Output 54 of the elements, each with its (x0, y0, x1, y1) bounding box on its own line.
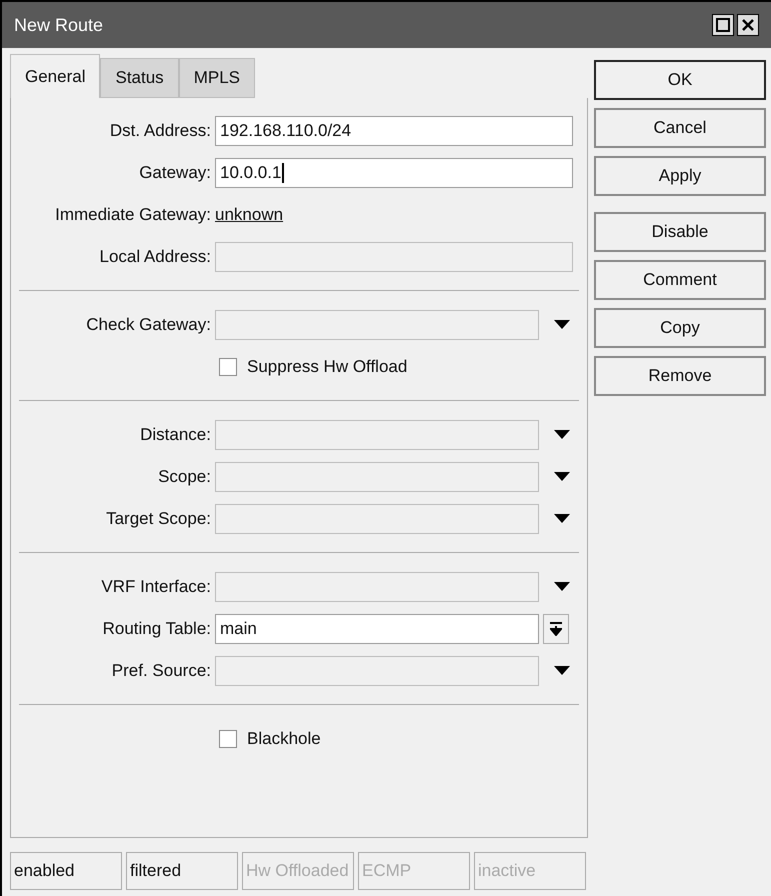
expand-down-icon (550, 622, 562, 636)
checkbox-label: Blackhole (247, 728, 321, 750)
dropdown-field[interactable] (215, 572, 539, 602)
input-field[interactable]: 192.168.110.0/24 (215, 116, 573, 146)
dropdown-field[interactable] (215, 656, 539, 686)
dialog-button[interactable]: Disable (594, 212, 766, 252)
field-label: Pref. Source: (112, 660, 211, 682)
dialog-button[interactable]: Apply (594, 156, 766, 196)
field-label: Target Scope: (106, 508, 211, 530)
checkbox[interactable] (219, 358, 237, 376)
tab[interactable]: General (10, 54, 100, 98)
dropdown-arrow-icon[interactable] (554, 320, 570, 330)
status-cell: filtered (126, 852, 238, 890)
field-label: Distance: (140, 424, 211, 446)
dropdown-arrow-icon[interactable] (554, 430, 570, 440)
dropdown-field[interactable] (215, 310, 539, 340)
close-button[interactable] (737, 14, 759, 36)
field-label: Scope: (158, 466, 211, 488)
field-label: Routing Table: (102, 618, 211, 640)
field-label: Dst. Address: (110, 120, 211, 142)
checkbox-label: Suppress Hw Offload (247, 356, 408, 378)
dialog-button[interactable]: Cancel (594, 108, 766, 148)
dialog-button[interactable]: Copy (594, 308, 766, 348)
field-label: Local Address: (99, 246, 211, 268)
status-cell: ECMP (358, 852, 470, 890)
field-label: Check Gateway: (86, 314, 211, 336)
window-title: New Route (14, 14, 104, 36)
field-label: Gateway: (139, 162, 211, 184)
readonly-field[interactable] (215, 242, 573, 272)
maximize-button[interactable] (712, 14, 734, 36)
input-field[interactable]: 10.0.0.1 (215, 158, 573, 188)
dropdown-arrow-icon[interactable] (554, 472, 570, 482)
dialog-button[interactable]: Remove (594, 356, 766, 396)
field-label: Immediate Gateway: (55, 204, 211, 226)
dropdown-field[interactable]: main (215, 614, 539, 644)
tab[interactable]: Status (100, 58, 179, 98)
dropdown-field[interactable] (215, 420, 539, 450)
gateway-link[interactable]: unknown (215, 202, 284, 228)
close-icon (741, 18, 755, 32)
tab[interactable]: MPLS (178, 58, 255, 98)
dropdown-field[interactable] (215, 504, 539, 534)
dropdown-field[interactable] (215, 462, 539, 492)
maximize-icon (716, 18, 730, 32)
status-cell: enabled (10, 852, 122, 890)
expand-button[interactable] (543, 614, 569, 644)
dialog-button[interactable]: Comment (594, 260, 766, 300)
field-label: VRF Interface: (101, 576, 211, 598)
dialog-button[interactable]: OK (594, 60, 766, 100)
dropdown-arrow-icon[interactable] (554, 666, 570, 676)
dropdown-arrow-icon[interactable] (554, 582, 570, 592)
checkbox[interactable] (219, 730, 237, 748)
status-cell: Hw Offloaded (242, 852, 354, 890)
dropdown-arrow-icon[interactable] (554, 514, 570, 524)
status-cell: inactive (474, 852, 586, 890)
